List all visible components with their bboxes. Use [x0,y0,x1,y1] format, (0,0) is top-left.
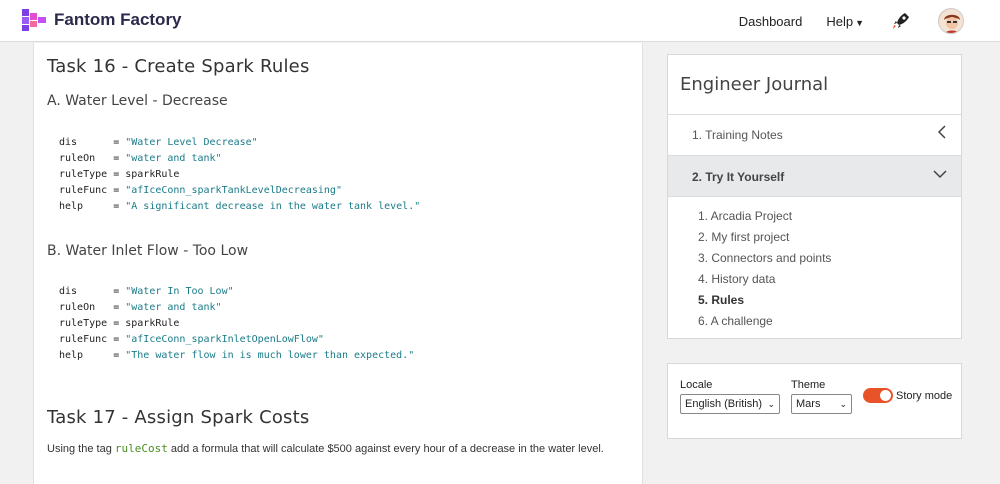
locale-label: Locale [680,379,713,391]
task17-text-after: add a formula that will calculate $500 a… [167,443,604,455]
code-key: dis [59,286,114,297]
code-value: "afIceConn_sparkInletOpenLowFlow" [125,334,324,345]
code-value: sparkRule [125,169,180,180]
chevron-down-icon: ⌄ [839,398,847,409]
code-value: "The water flow in is much lower than ex… [125,350,415,361]
code-line: ruleOn = "water and tank" [59,300,414,316]
code-equals: = [113,318,126,329]
journal-lesson-item[interactable]: 3. Connectors and points [698,248,831,269]
code-value: "Water Level Decrease" [125,137,258,148]
user-avatar[interactable] [938,8,964,34]
code-value: "water and tank" [125,153,222,164]
task17-text-before: Using the tag [47,443,115,455]
code-line: help = "The water flow in is much lower … [59,348,414,364]
journal-lesson-item[interactable]: 5. Rules [698,290,831,311]
section-b-title: B. Water Inlet Flow - Too Low [47,243,249,259]
code-line: ruleType = sparkRule [59,316,414,332]
task17-title: Task 17 - Assign Spark Costs [47,407,310,428]
section-a-code-block: dis = "Water Level Decrease" ruleOn = "wa… [47,135,420,215]
code-line: ruleFunc = "afIceConn_sparkTankLevelDecr… [59,183,420,199]
code-value: "Water In Too Low" [125,286,234,297]
locale-select[interactable]: English (British) ⌄ [680,394,780,414]
theme-value: Mars [796,398,821,410]
code-key: help [59,350,114,361]
theme-label: Theme [791,379,826,391]
code-line: ruleFunc = "afIceConn_sparkInletOpenLowF… [59,332,414,348]
nav-links: Dashboard Help ▼ [715,0,964,42]
journal-lesson-item[interactable]: 6. A challenge [698,311,831,332]
chevron-left-icon [937,124,947,145]
lesson-content: Task 16 - Create Spark Rules A. Water Le… [33,43,643,484]
journal-section-label: 1. Training Notes [692,128,783,142]
code-equals: = [113,350,126,361]
code-equals: = [113,201,126,212]
code-key: ruleFunc [59,185,114,196]
toggle-knob [880,390,891,401]
code-key: ruleType [59,318,114,329]
journal-lesson-item[interactable]: 1. Arcadia Project [698,206,831,227]
caret-down-icon: ▼ [855,17,864,28]
fantom-factory-logo-icon [20,7,50,33]
journal-lesson-list: 1. Arcadia Project 2. My first project 3. … [698,206,831,332]
journal-lesson-item[interactable]: 2. My first project [698,227,831,248]
journal-section-try-it-yourself[interactable]: 2. Try It Yourself [668,155,961,197]
brand-name: Fantom Factory [54,10,182,29]
code-equals: = [113,302,126,313]
code-equals: = [113,153,126,164]
code-value: "afIceConn_sparkTankLevelDecreasing" [125,185,342,196]
rocket-icon[interactable] [890,10,912,32]
settings-panel: Locale English (British) ⌄ Theme Mars ⌄ … [667,363,962,439]
code-value: "A significant decrease in the water tan… [125,201,421,212]
journal-section-label: 2. Try It Yourself [692,170,785,184]
nav-help-menu[interactable]: Help ▼ [826,14,864,29]
nav-dashboard-link[interactable]: Dashboard [739,14,803,29]
theme-select[interactable]: Mars ⌄ [791,394,852,414]
code-line: ruleType = sparkRule [59,167,420,183]
code-equals: = [113,286,126,297]
code-key: ruleType [59,169,114,180]
code-line: dis = "Water Level Decrease" [59,135,420,151]
story-mode-toggle[interactable] [863,388,893,403]
engineer-journal-panel: Engineer Journal 1. Training Notes 2. Tr… [667,54,962,339]
task16-title: Task 16 - Create Spark Rules [47,56,310,77]
code-equals: = [113,185,126,196]
journal-lesson-item[interactable]: 4. History data [698,269,831,290]
chevron-down-icon: ⌄ [767,398,775,409]
code-line: ruleOn = "water and tank" [59,151,420,167]
code-key: ruleOn [59,302,114,313]
journal-title: Engineer Journal [680,74,829,95]
brand[interactable]: Fantom Factory [20,7,182,33]
code-key: ruleOn [59,153,114,164]
code-equals: = [113,334,126,345]
code-key: help [59,201,114,212]
code-value: sparkRule [125,318,180,329]
story-mode-label: Story mode [896,390,953,402]
top-navbar: Fantom Factory Dashboard Help ▼ [0,0,1000,42]
code-equals: = [113,137,126,148]
code-key: dis [59,137,114,148]
locale-value: English (British) [685,398,763,410]
divider [668,196,961,197]
code-key: ruleFunc [59,334,114,345]
code-equals: = [113,169,126,180]
section-b-code-block: dis = "Water In Too Low" ruleOn = "water … [47,284,414,364]
section-a-title: A. Water Level - Decrease [47,93,228,109]
code-line: help = "A significant decrease in the wa… [59,199,420,215]
code-value: "water and tank" [125,302,222,313]
inline-code-rulecost: ruleCost [114,442,168,455]
journal-section-training-notes[interactable]: 1. Training Notes [668,114,961,156]
code-line: dis = "Water In Too Low" [59,284,414,300]
chevron-down-icon [933,166,947,182]
nav-help-label: Help [826,13,854,29]
task17-instructions: Using the tag ruleCost add a formula tha… [47,440,627,458]
